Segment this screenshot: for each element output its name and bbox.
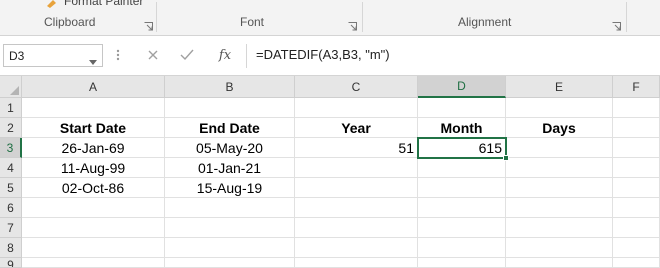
cell-c5[interactable] [295, 178, 418, 198]
font-group-label: Font [240, 15, 265, 29]
row-header-1[interactable]: 1 [0, 98, 22, 118]
cell-e2[interactable]: Days [506, 118, 613, 138]
cell-c9[interactable] [295, 258, 418, 268]
cell-e1[interactable] [506, 98, 613, 118]
alignment-dialog-launcher-icon[interactable] [612, 18, 621, 31]
cell-b7[interactable] [165, 218, 295, 238]
row-header-7[interactable]: 7 [0, 218, 22, 238]
font-dialog-launcher-icon[interactable] [348, 18, 357, 31]
row-header-5[interactable]: 5 [0, 178, 22, 198]
ribbon-group-separator [626, 2, 627, 32]
clipboard-dialog-launcher-icon[interactable] [144, 18, 153, 31]
cell-b2[interactable]: End Date [165, 118, 295, 138]
cell-d4[interactable] [418, 158, 506, 178]
chevron-down-icon[interactable] [89, 53, 97, 65]
cell-c7[interactable] [295, 218, 418, 238]
cell-d7[interactable] [418, 218, 506, 238]
name-box-value: D3 [9, 49, 25, 63]
cell-a2[interactable]: Start Date [22, 118, 165, 138]
cell-f4[interactable] [613, 158, 660, 178]
cell-f8[interactable] [613, 238, 660, 258]
cell-c1[interactable] [295, 98, 418, 118]
cell-a1[interactable] [22, 98, 165, 118]
select-all-corner[interactable] [0, 76, 22, 98]
cell-e7[interactable] [506, 218, 613, 238]
row-header-3[interactable]: 3 [0, 138, 22, 158]
insert-function-button[interactable]: fx [216, 46, 234, 64]
column-header-d[interactable]: D [418, 76, 506, 98]
cell-b1[interactable] [165, 98, 295, 118]
formula-bar: D3 fx =DATEDIF(A3,B3, "m") [0, 36, 660, 76]
column-header-e[interactable]: E [506, 76, 613, 98]
cell-a4[interactable]: 11-Aug-99 [22, 158, 165, 178]
format-painter-button[interactable]: Format Painter [46, 0, 143, 8]
cell-c3[interactable]: 51 [295, 138, 418, 158]
cell-b9[interactable] [165, 258, 295, 268]
formula-input[interactable]: =DATEDIF(A3,B3, "m") [256, 47, 390, 62]
paintbrush-icon [46, 0, 58, 8]
fill-handle[interactable] [503, 155, 509, 161]
cell-d8[interactable] [418, 238, 506, 258]
cell-b4[interactable]: 01-Jan-21 [165, 158, 295, 178]
cell-e5[interactable] [506, 178, 613, 198]
cell-f9[interactable] [613, 258, 660, 268]
cell-d3[interactable]: 615 [418, 138, 506, 158]
cell-a3[interactable]: 26-Jan-69 [22, 138, 165, 158]
cell-f7[interactable] [613, 218, 660, 238]
row-header-6[interactable]: 6 [0, 198, 22, 218]
cell-d5[interactable] [418, 178, 506, 198]
column-header-c[interactable]: C [295, 76, 418, 98]
cell-e6[interactable] [506, 198, 613, 218]
name-box[interactable]: D3 [3, 44, 103, 67]
cell-e4[interactable] [506, 158, 613, 178]
enter-check-icon[interactable] [178, 46, 196, 64]
row-header-4[interactable]: 4 [0, 158, 22, 178]
row-header-2[interactable]: 2 [0, 118, 22, 138]
cell-d9[interactable] [418, 258, 506, 268]
cell-f2[interactable] [613, 118, 660, 138]
cell-a7[interactable] [22, 218, 165, 238]
cell-f1[interactable] [613, 98, 660, 118]
cell-d6[interactable] [418, 198, 506, 218]
row-header-8[interactable]: 8 [0, 238, 22, 258]
column-header-b[interactable]: B [165, 76, 295, 98]
clipboard-group-label: Clipboard [44, 15, 96, 29]
more-options-icon[interactable] [116, 48, 120, 62]
cell-d1[interactable] [418, 98, 506, 118]
row-header-9[interactable]: 9 [0, 258, 22, 268]
alignment-group-label: Alignment [458, 15, 512, 29]
ribbon-group-separator [362, 2, 363, 32]
cell-a6[interactable] [22, 198, 165, 218]
cell-a9[interactable] [22, 258, 165, 268]
cell-f3[interactable] [613, 138, 660, 158]
column-header-a[interactable]: A [22, 76, 165, 98]
cell-e8[interactable] [506, 238, 613, 258]
cell-a8[interactable] [22, 238, 165, 258]
cell-f5[interactable] [613, 178, 660, 198]
cell-b6[interactable] [165, 198, 295, 218]
cancel-icon[interactable] [144, 46, 162, 64]
cell-e3[interactable] [506, 138, 613, 158]
cell-f6[interactable] [613, 198, 660, 218]
ribbon: Format Painter Clipboard Font Alignment [0, 0, 660, 36]
cell-a5[interactable]: 02-Oct-86 [22, 178, 165, 198]
format-painter-label: Format Painter [64, 0, 144, 8]
cell-c6[interactable] [295, 198, 418, 218]
cell-e9[interactable] [506, 258, 613, 268]
cell-b8[interactable] [165, 238, 295, 258]
cell-c2[interactable]: Year [295, 118, 418, 138]
ribbon-group-separator [156, 2, 157, 32]
cell-d2[interactable]: Month [418, 118, 506, 138]
formula-bar-separator [246, 44, 247, 68]
cell-c8[interactable] [295, 238, 418, 258]
ribbon-top-row: Format Painter [0, 0, 660, 10]
cell-b3[interactable]: 05-May-20 [165, 138, 295, 158]
cell-b5[interactable]: 15-Aug-19 [165, 178, 295, 198]
column-header-f[interactable]: F [613, 76, 660, 98]
cell-c4[interactable] [295, 158, 418, 178]
